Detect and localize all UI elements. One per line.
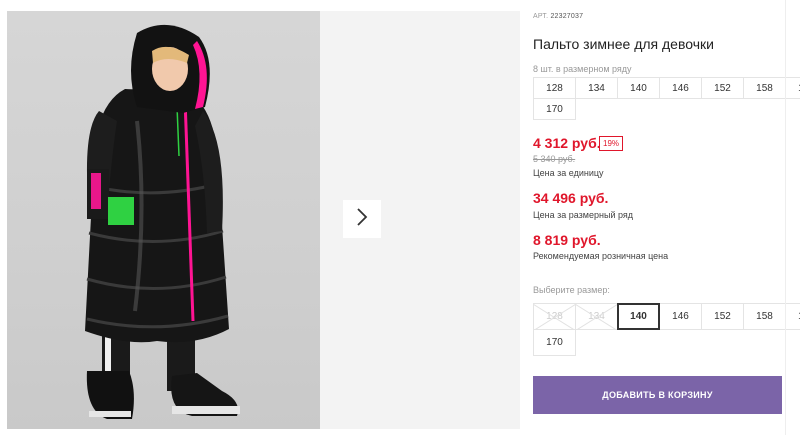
unit-price-caption: Цена за единицу [533, 168, 604, 178]
product-info: АРТ. 22327037 Пальто зимнее для девочки … [533, 0, 800, 435]
sku-label: АРТ. [533, 13, 549, 20]
pack-size-cell: 152 [701, 77, 744, 99]
product-photo[interactable] [7, 11, 320, 429]
chevron-right-icon [356, 207, 368, 231]
size-option[interactable]: 170 [533, 329, 576, 356]
sku-value: 22327037 [550, 13, 584, 20]
panel-divider [785, 0, 786, 435]
coat-illustration [85, 24, 240, 419]
pack-size-cell: 140 [617, 77, 660, 99]
retail-price: 8 819 руб. [533, 232, 601, 248]
size-option-selected[interactable]: 140 [617, 303, 660, 330]
size-selector: 128 134 140 146 152 158 164 170 [533, 303, 800, 356]
pack-size-cell: 158 [743, 77, 786, 99]
product-sku: АРТ. 22327037 [533, 13, 583, 20]
pack-price-caption: Цена за размерный ряд [533, 210, 634, 220]
gallery-next-button[interactable] [343, 200, 381, 238]
add-to-cart-button[interactable]: ДОБАВИТЬ В КОРЗИНУ [533, 376, 782, 414]
size-option[interactable]: 152 [701, 303, 744, 330]
pack-size-cell: 170 [533, 98, 576, 120]
choose-size-label: Выберите размер: [533, 285, 610, 295]
pack-size-cell: 134 [575, 77, 618, 99]
size-option-disabled: 134 [575, 303, 618, 330]
size-option[interactable]: 146 [659, 303, 702, 330]
discount-badge: 19% [599, 136, 624, 151]
retail-price-caption: Рекомендуемая розничная цена [533, 251, 669, 261]
pack-size-cell: 164 [785, 77, 800, 99]
unit-price: 4 312 руб. [533, 135, 601, 151]
product-title: Пальто зимнее для девочки [533, 36, 714, 52]
size-option-disabled: 128 [533, 303, 576, 330]
size-option[interactable]: 164 [785, 303, 800, 330]
product-gallery [0, 0, 520, 435]
pack-price: 34 496 руб. [533, 190, 609, 206]
pack-size-grid: 128 134 140 146 152 158 164 170 [533, 77, 800, 120]
size-option[interactable]: 158 [743, 303, 786, 330]
pack-size-cell: 146 [659, 77, 702, 99]
pack-size-label: 8 шт. в размерном ряду [533, 64, 632, 74]
old-price: 5 340 руб. [533, 154, 576, 164]
pack-size-cell: 128 [533, 77, 576, 99]
